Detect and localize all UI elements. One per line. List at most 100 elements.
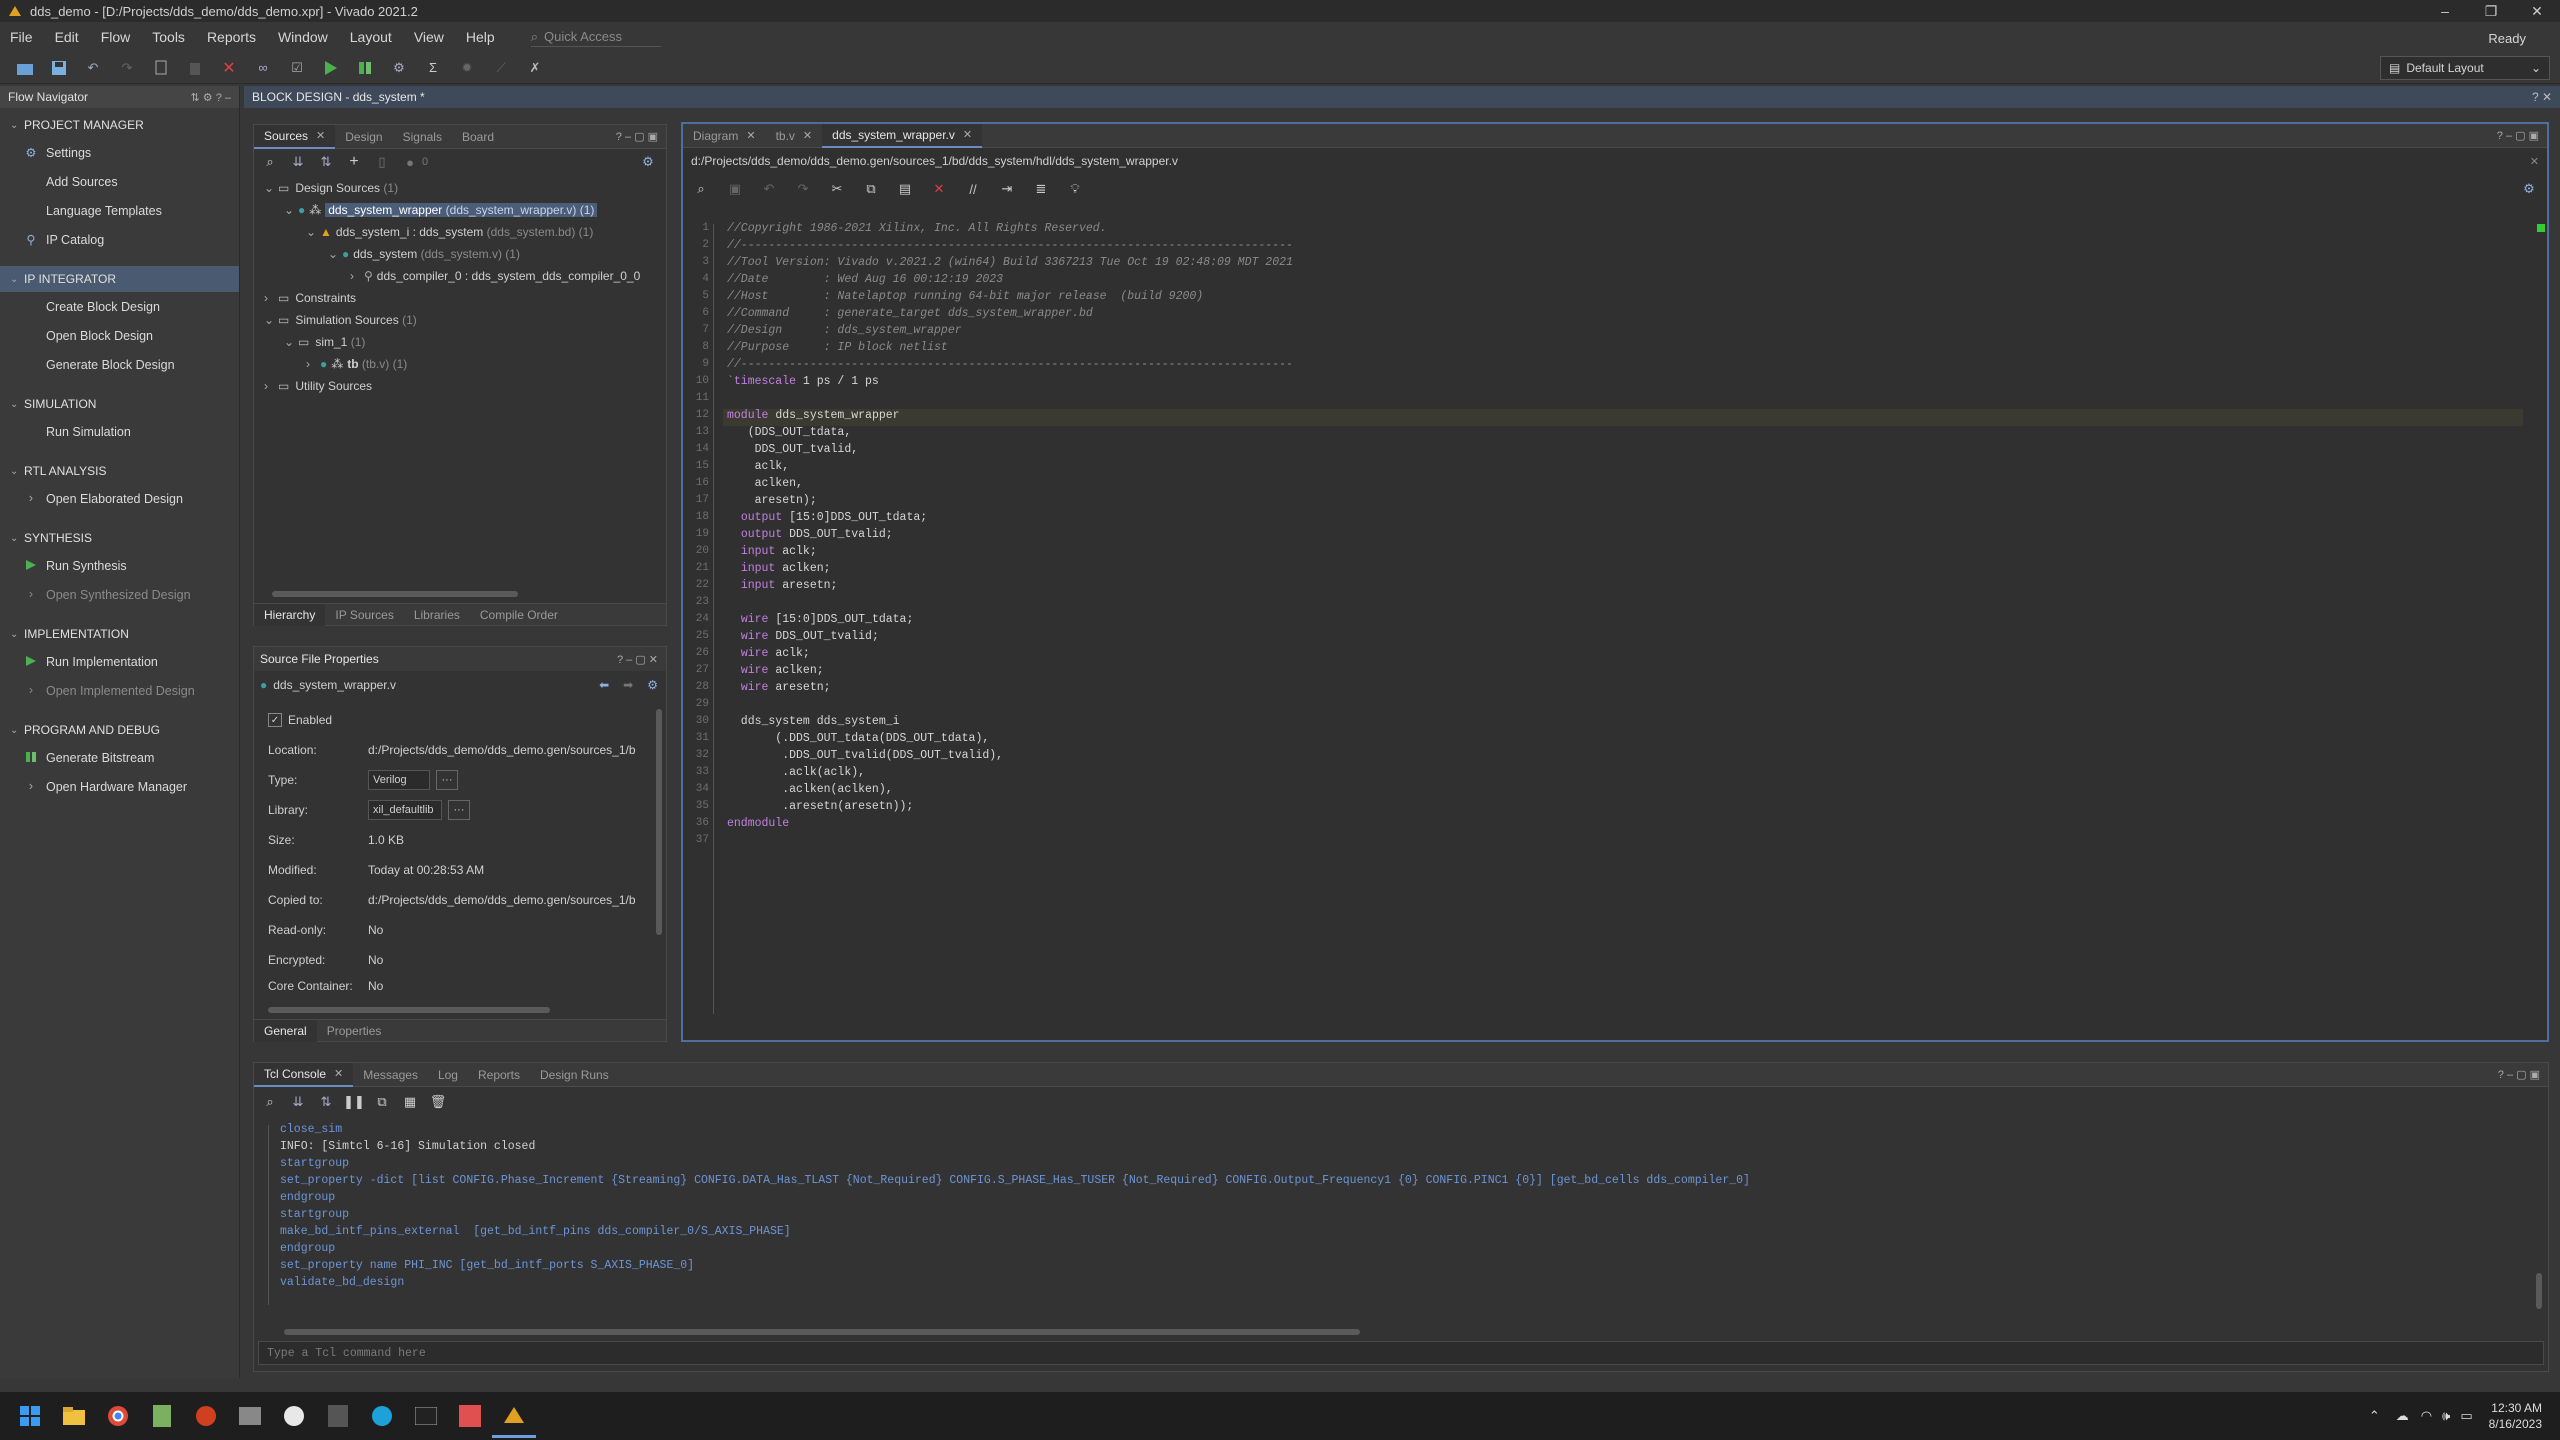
link-icon[interactable]: ⟋ xyxy=(490,57,512,79)
section-project-manager[interactable]: ⌄ PROJECT MANAGER xyxy=(0,112,239,138)
fn-language-templates[interactable]: Language Templates xyxy=(0,196,239,225)
gear-icon[interactable]: ⚙ xyxy=(388,57,410,79)
menu-file[interactable]: File xyxy=(10,29,33,45)
wifi-icon[interactable]: ◠ xyxy=(2421,1408,2432,1424)
tab-diagram[interactable]: Diagram ✕ xyxy=(683,124,766,148)
gear-icon[interactable]: ⚙ xyxy=(2519,179,2539,199)
section-synthesis[interactable]: ⌄ SYNTHESIS xyxy=(0,525,239,551)
close-icon[interactable]: ✕ xyxy=(963,128,972,141)
fn-open-synthesized-design[interactable]: › Open Synthesized Design xyxy=(0,580,239,609)
close-icon[interactable]: ✕ xyxy=(2514,0,2560,22)
tree-tb[interactable]: › ● ⁂ tb (tb.v) (1) xyxy=(254,353,666,375)
library-field[interactable]: xil_defaultlib xyxy=(368,800,442,820)
panel-controls-icon[interactable]: ? – ▢ ▣ xyxy=(616,130,658,143)
horizontal-scrollbar[interactable] xyxy=(729,1028,2529,1034)
vertical-scrollbar[interactable] xyxy=(656,709,662,935)
undo-icon[interactable]: ↶ xyxy=(82,57,104,79)
copy-icon[interactable]: ⧉ xyxy=(861,179,881,199)
tree-dds-system[interactable]: ⌄ ● dds_system (dds_system.v) (1) xyxy=(254,243,666,265)
tab-messages[interactable]: Messages xyxy=(353,1063,428,1087)
delete-icon[interactable]: ✕ xyxy=(929,179,949,199)
restore-icon[interactable]: ❐ xyxy=(2468,0,2514,22)
edge-icon[interactable] xyxy=(360,1394,404,1438)
add-icon[interactable]: + xyxy=(344,152,364,172)
tab-hierarchy[interactable]: Hierarchy xyxy=(254,603,326,626)
tab-tb-v[interactable]: tb.v ✕ xyxy=(766,124,823,148)
tab-libraries[interactable]: Libraries xyxy=(404,604,470,626)
close-icon[interactable]: ✕ xyxy=(803,129,812,142)
clock[interactable]: 12:30 AM 8/16/2023 xyxy=(2489,1400,2542,1432)
tcl-command-input[interactable]: Type a Tcl command here xyxy=(258,1341,2544,1365)
fn-ip-catalog[interactable]: ⚲ IP Catalog xyxy=(0,225,239,254)
gear-icon[interactable]: ⚙ xyxy=(647,678,658,692)
run-icon[interactable] xyxy=(320,57,342,79)
fn-run-simulation[interactable]: Run Simulation xyxy=(0,417,239,446)
search-icon[interactable]: ⌕ xyxy=(691,179,711,199)
close-icon[interactable]: ✕ xyxy=(746,129,755,142)
search-icon[interactable]: ⌕ xyxy=(260,152,280,172)
section-simulation[interactable]: ⌄ SIMULATION xyxy=(0,391,239,417)
spreadsheet-app-icon[interactable] xyxy=(140,1394,184,1438)
close-icon[interactable]: ✕ xyxy=(334,1067,343,1080)
fn-open-hardware-manager[interactable]: › Open Hardware Manager xyxy=(0,772,239,801)
enabled-checkbox[interactable]: ✓ xyxy=(268,713,282,727)
horizontal-scrollbar[interactable] xyxy=(272,591,518,597)
chevron-up-icon[interactable]: ⌃ xyxy=(2369,1408,2380,1424)
tab-sources[interactable]: Sources ✕ xyxy=(254,124,336,149)
copy-icon[interactable] xyxy=(150,57,172,79)
terminal-app-icon[interactable] xyxy=(228,1394,272,1438)
table-icon[interactable]: ▦ xyxy=(400,1092,420,1112)
section-ip-integrator[interactable]: ⌄ IP INTEGRATOR xyxy=(0,266,239,292)
fn-generate-bitstream[interactable]: Generate Bitstream xyxy=(0,743,239,772)
format-icon[interactable]: ≣ xyxy=(1031,179,1051,199)
tree-dds-compiler[interactable]: › ⚲ dds_compiler_0 : dds_system_dds_compil… xyxy=(254,265,666,287)
menu-window[interactable]: Window xyxy=(278,29,328,45)
close-icon[interactable]: ✕ xyxy=(2530,155,2539,168)
tab-design-runs[interactable]: Design Runs xyxy=(530,1063,619,1087)
more-icon[interactable]: ··· xyxy=(436,770,458,790)
cross-tool-icon[interactable]: ✗ xyxy=(524,57,546,79)
expand-all-icon[interactable]: ⇅ xyxy=(316,1092,336,1112)
menu-flow[interactable]: Flow xyxy=(101,29,131,45)
bitstream-icon[interactable] xyxy=(354,57,376,79)
calculator-icon[interactable] xyxy=(316,1394,360,1438)
minimize-icon[interactable]: – xyxy=(2422,0,2468,22)
section-program-and-debug[interactable]: ⌄ PROGRAM AND DEBUG xyxy=(0,717,239,743)
tab-reports[interactable]: Reports xyxy=(468,1063,530,1087)
media-app-icon[interactable] xyxy=(184,1394,228,1438)
pause-icon[interactable]: ❚❚ xyxy=(343,1092,365,1112)
tab-properties[interactable]: Properties xyxy=(317,1020,392,1042)
cloud-icon[interactable]: ☁ xyxy=(2396,1408,2409,1424)
search-icon[interactable]: ⌕ xyxy=(260,1092,280,1112)
vertical-scrollbar[interactable] xyxy=(2537,224,2543,1014)
tree-simulation-sources[interactable]: ⌄ ▭ Simulation Sources (1) xyxy=(254,309,666,331)
gear-icon[interactable]: ⚙ xyxy=(638,152,658,172)
layout-selector[interactable]: ▤ Default Layout ⌄ xyxy=(2380,56,2550,80)
type-field[interactable]: Verilog xyxy=(368,770,430,790)
tab-log[interactable]: Log xyxy=(428,1063,468,1087)
comment-icon[interactable]: // xyxy=(963,179,983,199)
panel-controls-icon[interactable]: ? – ▢ ✕ xyxy=(617,653,658,666)
paste-icon[interactable] xyxy=(184,57,206,79)
fn-create-block-design[interactable]: Create Block Design xyxy=(0,292,239,321)
command-prompt-icon[interactable] xyxy=(404,1394,448,1438)
file-icon[interactable]: ▯ xyxy=(372,152,392,172)
volume-icon[interactable]: 🕪︎ xyxy=(2442,1408,2450,1424)
open-project-icon[interactable] xyxy=(14,57,36,79)
collapse-all-icon[interactable]: ⇊ xyxy=(288,1092,308,1112)
back-arrow-icon[interactable]: ⬅ xyxy=(599,678,609,692)
tab-design[interactable]: Design xyxy=(335,125,392,149)
vivado-taskbar-icon[interactable] xyxy=(492,1394,536,1438)
cut-icon[interactable]: ✂ xyxy=(827,179,847,199)
fn-run-implementation[interactable]: Run Implementation xyxy=(0,647,239,676)
tab-dds-system-wrapper[interactable]: dds_system_wrapper.v ✕ xyxy=(822,123,983,148)
tab-general[interactable]: General xyxy=(254,1019,317,1042)
help-close-icon[interactable]: ? ✕ xyxy=(2532,90,2552,104)
tab-board[interactable]: Board xyxy=(452,125,504,149)
vertical-scrollbar[interactable] xyxy=(2536,1273,2542,1309)
collapse-all-icon[interactable]: ⇊ xyxy=(288,152,308,172)
hierarchy-icon[interactable]: ∞ xyxy=(252,57,274,79)
debug-icon[interactable]: ✹ xyxy=(456,57,478,79)
tab-ip-sources[interactable]: IP Sources xyxy=(325,604,403,626)
tree-utility-sources[interactable]: › ▭ Utility Sources xyxy=(254,375,666,397)
